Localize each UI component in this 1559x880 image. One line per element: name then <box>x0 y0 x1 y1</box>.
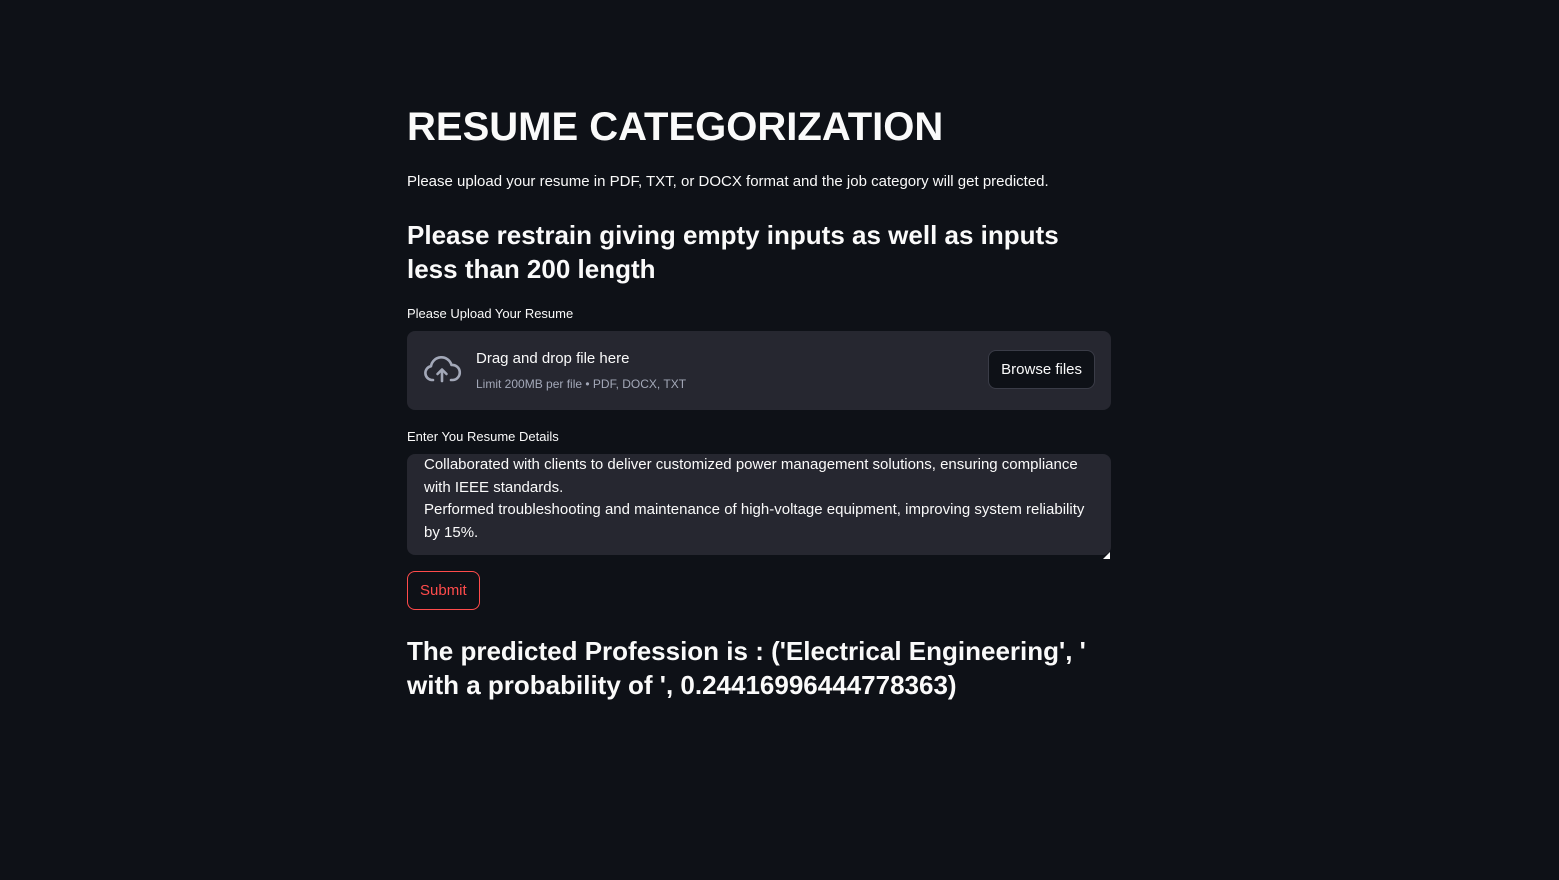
upload-label: Please Upload Your Resume <box>407 306 574 321</box>
drop-title: Drag and drop file here <box>476 350 630 367</box>
resize-handle-icon[interactable] <box>1103 546 1110 559</box>
warning-heading: Please restrain giving empty inputs as w… <box>407 220 1059 284</box>
page-title: RESUME CATEGORIZATION <box>407 105 944 149</box>
resume-details-textarea[interactable]: Collaborated with clients to deliver cus… <box>407 454 1111 555</box>
submit-button[interactable]: Submit <box>407 571 480 610</box>
intro-text: Please upload your resume in PDF, TXT, o… <box>407 173 1049 190</box>
cloud-upload-icon <box>422 354 462 386</box>
prediction-result: The predicted Profession is : ('Electric… <box>407 636 1086 700</box>
file-limit-text: Limit 200MB per file • PDF, DOCX, TXT <box>476 377 687 391</box>
browse-files-button[interactable]: Browse files <box>988 350 1095 389</box>
details-label: Enter You Resume Details <box>407 429 559 444</box>
file-dropzone[interactable]: Drag and drop file here Limit 200MB per … <box>407 331 1111 410</box>
